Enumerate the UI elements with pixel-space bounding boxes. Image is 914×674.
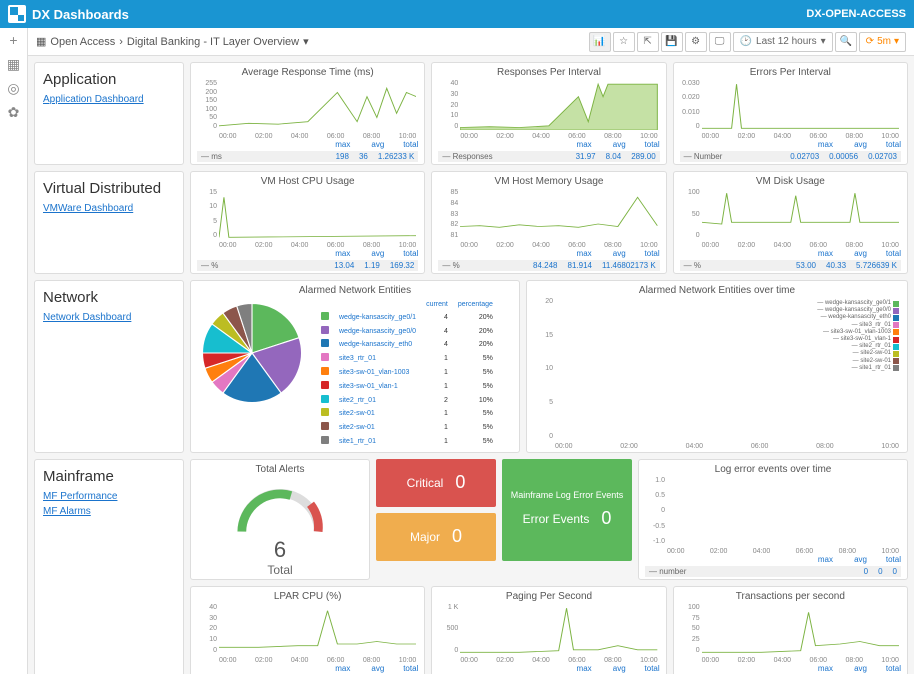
grid-icon: ▦ [36,35,46,48]
top-bar: DX Dashboards DX-OPEN-ACCESS [0,0,914,28]
pie-chart [197,298,307,408]
section-virtual: Virtual Distributed VMWare Dashboard [34,171,184,274]
section-network: Network Network Dashboard [34,280,184,453]
timeline-legend: — wedge-kansascity_ge0/1— wedge-kansasci… [817,300,899,372]
status-tiles: Critical 0 Major 0 [376,459,496,580]
left-nav: + ▦ ◎ ✿ [0,28,28,674]
tile-log-errors[interactable]: Mainframe Log Error Events Error Events0 [502,459,632,561]
settings-icon[interactable]: ✿ [6,104,22,120]
tile-critical[interactable]: Critical 0 [376,459,496,507]
app-logo: DX Dashboards [8,5,129,23]
network-charts: Alarmed Network Entities currentpercenta… [190,280,908,453]
refresh-icon: ⟳ [866,36,874,47]
link-vmware-dashboard[interactable]: VMWare Dashboard [43,203,175,214]
target-icon[interactable]: ◎ [6,80,22,96]
link-mf-alarms[interactable]: MF Alarms [43,506,175,517]
panel-vm-cpu[interactable]: VM Host CPU Usage 151050 00:0002:0004:00… [190,171,425,274]
save-button[interactable]: 💾 [661,32,683,52]
panel-avg-response[interactable]: Average Response Time (ms) 2552001501005… [190,62,425,165]
sub-header: ▦ Open Access › Digital Banking - IT Lay… [28,28,914,56]
share-button[interactable]: ⇱ [637,32,659,52]
toolbar: 📊 ☆ ⇱ 💾 ⚙ 🖵 🕑 Last 12 hours ▾ 🔍 ⟳ 5m ▾ [589,32,906,52]
tenant-label: DX-OPEN-ACCESS [806,8,906,20]
chevron-down-icon[interactable]: ▾ [303,35,309,48]
dashboards-icon[interactable]: ▦ [6,56,22,72]
logo-icon [8,5,26,23]
breadcrumb: ▦ Open Access › Digital Banking - IT Lay… [36,35,309,48]
panel-lpar-cpu[interactable]: LPAR CPU (%) 403020100 00:0002:0004:0006… [190,586,425,674]
link-network-dashboard[interactable]: Network Dashboard [43,312,175,323]
panel-alarmed-entities[interactable]: Alarmed Network Entities currentpercenta… [190,280,520,453]
time-range-picker[interactable]: 🕑 Last 12 hours ▾ [733,32,833,52]
breadcrumb-root[interactable]: Open Access [50,36,115,48]
gauge-icon [225,477,335,537]
panel-errors[interactable]: Errors Per Interval 0.0300.0200.0100 00:… [673,62,908,165]
refresh-button[interactable]: ⟳ 5m ▾ [859,32,906,52]
star-button[interactable]: ☆ [613,32,635,52]
section-application: Application Application Dashboard [34,62,184,165]
section-mainframe: Mainframe MF Performance MF Alarms [34,459,184,674]
link-mf-performance[interactable]: MF Performance [43,491,175,502]
virtual-charts: VM Host CPU Usage 151050 00:0002:0004:00… [190,171,908,274]
panel-paging[interactable]: Paging Per Second 1 K5000 00:0002:0004:0… [431,586,666,674]
app-name: DX Dashboards [32,7,129,22]
panel-vm-mem[interactable]: VM Host Memory Usage 8584838281 00:0002:… [431,171,666,274]
monitor-button[interactable]: 🖵 [709,32,731,52]
panel-responses[interactable]: Responses Per Interval 403020100 00:0002… [431,62,666,165]
breadcrumb-page[interactable]: Digital Banking - IT Layer Overview [127,36,299,48]
application-charts: Average Response Time (ms) 2552001501005… [190,62,908,165]
bottom-charts: LPAR CPU (%) 403020100 00:0002:0004:0006… [190,586,908,674]
chart-mode-button[interactable]: 📊 [589,32,611,52]
link-application-dashboard[interactable]: Application Dashboard [43,94,175,105]
clock-icon: 🕑 [740,36,752,47]
panel-vm-disk[interactable]: VM Disk Usage 100500 00:0002:0004:0006:0… [673,171,908,274]
chevron-down-icon: ▾ [894,36,899,47]
mainframe-tiles: Total Alerts 6 Total Critical 0 [190,459,908,580]
panel-alarmed-timeline[interactable]: Alarmed Network Entities over time 20151… [526,280,908,453]
panel-log-errors-time[interactable]: Log error events over time 1.00.50-0.5-1… [638,459,908,580]
panel-total-alerts[interactable]: Total Alerts 6 Total [190,459,370,580]
panel-tps[interactable]: Transactions per second 1007550250 00:00… [673,586,908,674]
zoom-button[interactable]: 🔍 [835,32,857,52]
add-icon[interactable]: + [6,32,22,48]
gear-button[interactable]: ⚙ [685,32,707,52]
section-title: Application [43,71,175,88]
pie-legend: currentpercentage wedge-kansascity_ge0/1… [315,298,499,450]
chevron-down-icon: ▾ [821,36,826,47]
tile-major[interactable]: Major 0 [376,513,496,561]
